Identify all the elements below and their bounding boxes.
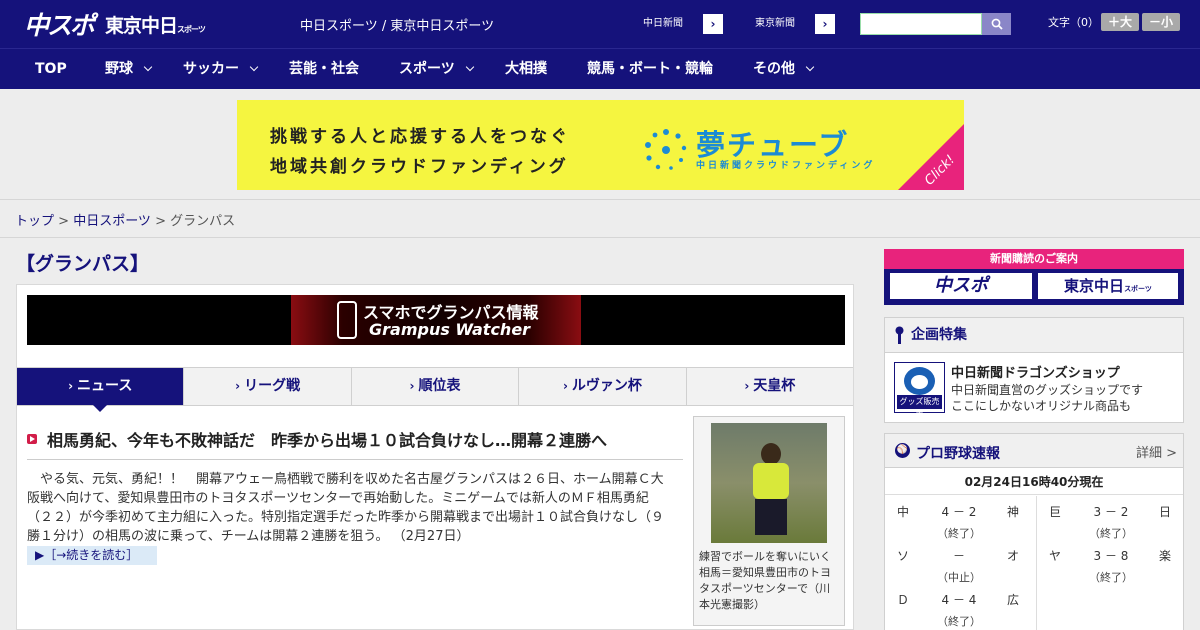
game-row[interactable]: Ｄ4 － 4 広（終了）: [885, 584, 1033, 628]
chevron-right-icon: ›: [822, 17, 828, 31]
tab-league[interactable]: › リーグ戦: [184, 368, 352, 405]
font-size-label: 文字（0）: [1048, 16, 1099, 29]
tokyo-shimbun-link[interactable]: 東京新聞 ›: [734, 13, 836, 35]
dragons-shop-thumbnail[interactable]: グッズ販売中: [894, 362, 945, 420]
tab-standings[interactable]: › 順位表: [351, 368, 520, 405]
score-column-right: 巨3 － 2 日（終了） ヤ3 － 8 楽（終了）: [1037, 496, 1185, 584]
chevron-right-icon: ›: [710, 17, 716, 31]
nav-baseball[interactable]: 野球: [105, 49, 153, 90]
breadcrumb: トップ > 中日スポーツ > グランパス: [15, 214, 236, 229]
nav-other[interactable]: その他: [753, 49, 815, 90]
subscription-heading: 新聞購読のご案内: [990, 252, 1078, 265]
score-column-left: 中4 － 2 神（終了） ソ－オ（中止） Ｄ4 － 4 広（終了）: [885, 496, 1033, 628]
score-details-link[interactable]: 詳細 >: [1136, 442, 1177, 461]
search-icon: [991, 18, 1003, 30]
dragons-shop-desc: 中日新聞直営のグッズショップです ここにしかないオリジナル商品も: [951, 383, 1144, 413]
article-photo: 練習でボールを奪いにいく相馬＝愛知県豊田市のトヨタスポーツセンターで（川本光憲撮…: [693, 416, 845, 626]
page-title: 【グランパス】: [16, 253, 150, 275]
dots-circle-icon: [645, 129, 687, 170]
game-row[interactable]: 中4 － 2 神（終了）: [885, 496, 1033, 540]
subscribe-chuspo-button[interactable]: 中スポ: [888, 271, 1034, 301]
article-headline[interactable]: 相馬勇紀、今年も不敗神話だ 昨季から出場１０試合負けなし…開幕２連勝へ: [27, 427, 683, 460]
section-tabs: › ニュース › リーグ戦 › 順位表 › ルヴァン杯 › 天皇杯: [17, 367, 854, 412]
site-title: 中日スポーツ / 東京中日スポーツ: [300, 19, 495, 34]
chunichi-shimbun-link[interactable]: 中日新聞 ›: [622, 13, 724, 35]
chevron-down-icon: [805, 62, 815, 72]
nav-sports[interactable]: スポーツ: [399, 49, 474, 90]
play-marker-icon: [27, 434, 37, 444]
chevron-down-icon: [249, 62, 259, 72]
score-timestamp: 02月24日16時40分現在: [885, 469, 1183, 495]
photo-image[interactable]: [711, 423, 827, 543]
nav-sumo[interactable]: 大相撲: [505, 49, 547, 90]
baseball-icon: ⚾: [895, 443, 910, 458]
main-nav: TOP 野球 サッカー 芸能・社会 スポーツ 大相撲 競馬・ボート・競輪 その他: [0, 48, 1200, 89]
divider: [0, 237, 1200, 238]
article-body: やる気、元気、勇紀！！ 開幕アウェー鳥栖戦で勝利を収めた名古屋グランパスは２６日…: [27, 472, 665, 544]
ribbon-icon: [895, 326, 904, 344]
feature-box: 企画特集 グッズ販売中 中日新聞ドラゴンズショップ 中日新聞直営のグッズショップ…: [884, 317, 1184, 423]
nav-racing[interactable]: 競馬・ボート・競輪: [587, 49, 713, 90]
subscribe-tokyo-chunichi-button[interactable]: 東京中日スポーツ: [1036, 271, 1180, 301]
chevron-down-icon: [465, 62, 474, 72]
search-input[interactable]: [860, 13, 982, 35]
breadcrumb-current: グランパス: [170, 214, 236, 229]
font-larger-button[interactable]: ＋大: [1101, 13, 1139, 31]
main-content: スマホでグランパス情報 Grampus Watcher › ニュース › リーグ戦 …: [16, 284, 854, 630]
chevron-right-icon: ›: [409, 379, 415, 393]
chevron-right-icon: ›: [744, 379, 750, 393]
yume-tube-banner[interactable]: 挑戦する人と応援する人をつなぐ 地域共創クラウドファンディング 夢チューブ 中日…: [237, 100, 964, 190]
search-button[interactable]: [982, 13, 1011, 35]
feature-heading: 企画特集: [885, 318, 1183, 353]
game-row[interactable]: 巨3 － 2 日（終了）: [1037, 496, 1185, 540]
score-title: プロ野球速報: [916, 446, 1000, 462]
logo-chuspo: 中スポ: [24, 11, 95, 40]
chevron-right-icon: ›: [235, 379, 241, 393]
breadcrumb-top[interactable]: トップ: [15, 214, 54, 229]
grampus-watcher-banner[interactable]: スマホでグランパス情報 Grampus Watcher: [27, 295, 845, 345]
baseball-score-box: ⚾ プロ野球速報 詳細 > 02月24日16時40分現在 中4 － 2 神（終了）…: [884, 433, 1184, 630]
dragons-shop-link[interactable]: 中日新聞ドラゴンズショップ: [951, 362, 1120, 381]
chevron-right-icon: ›: [562, 379, 568, 393]
nav-entertainment[interactable]: 芸能・社会: [289, 49, 359, 90]
smartphone-icon: [337, 301, 357, 339]
tab-levain-cup[interactable]: › ルヴァン杯: [519, 368, 687, 405]
site-logo[interactable]: 中スポ 東京中日スポーツ: [24, 8, 206, 40]
subscription-box: 新聞購読のご案内 中スポ 東京中日スポーツ: [884, 249, 1184, 305]
game-row[interactable]: ヤ3 － 8 楽（終了）: [1037, 540, 1185, 584]
chevron-down-icon: [143, 62, 153, 72]
tab-news[interactable]: › ニュース: [17, 368, 185, 412]
read-more-link[interactable]: ▶［→続きを読む］: [27, 546, 157, 565]
chevron-right-icon: ›: [68, 379, 74, 393]
font-smaller-button[interactable]: －小: [1142, 13, 1180, 31]
photo-caption: 練習でボールを奪いにいく相馬＝愛知県豊田市のトヨタスポーツセンターで（川本光憲撮…: [699, 550, 831, 611]
ad-zone: 挑戦する人と応援する人をつなぐ 地域共創クラウドファンディング 夢チューブ 中日…: [0, 89, 1200, 200]
breadcrumb-chunichi-sports[interactable]: 中日スポーツ: [73, 214, 151, 229]
top-header-bar: 中スポ 東京中日スポーツ 中日スポーツ / 東京中日スポーツ 中日新聞 › 東京…: [0, 0, 1200, 48]
tab-emperors-cup[interactable]: › 天皇杯: [686, 368, 854, 405]
logo-tokyo-chunichi: 東京中日スポーツ: [105, 14, 206, 37]
game-row[interactable]: ソ－オ（中止）: [885, 540, 1033, 584]
nav-soccer[interactable]: サッカー: [183, 49, 259, 90]
nav-top[interactable]: TOP: [35, 49, 67, 90]
